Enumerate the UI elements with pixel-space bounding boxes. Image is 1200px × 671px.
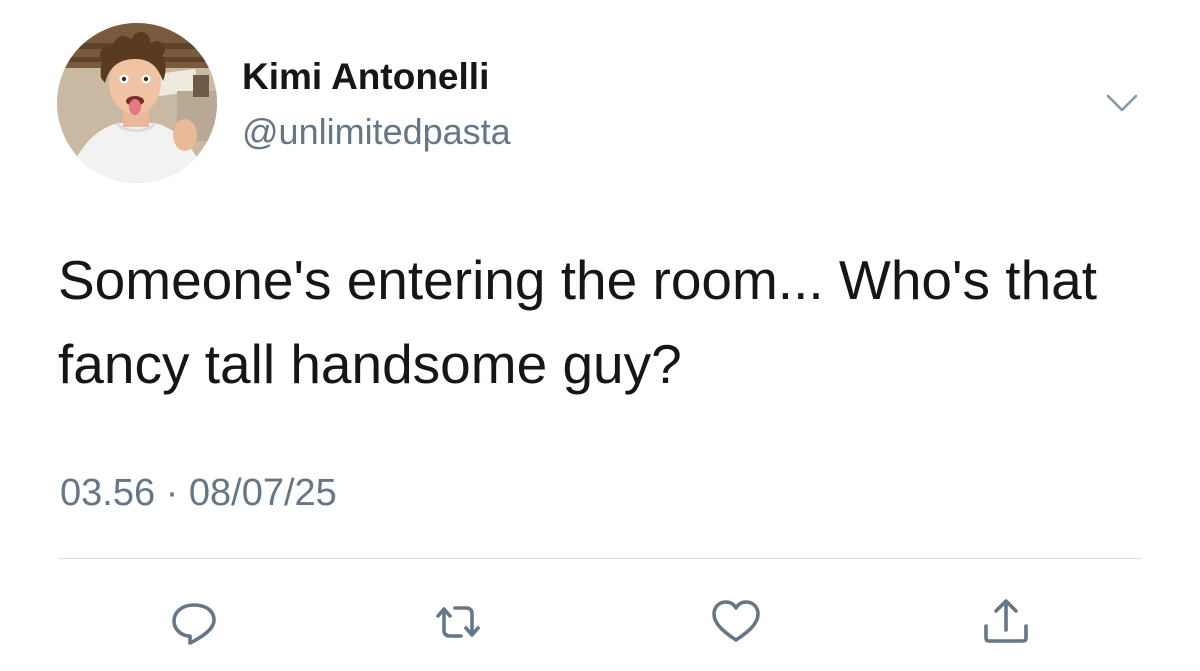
like-button[interactable] — [708, 594, 764, 650]
reply-icon — [172, 603, 216, 645]
divider — [58, 558, 1142, 559]
heart-icon — [712, 600, 760, 642]
share-button[interactable] — [978, 594, 1034, 650]
tweet-timestamp[interactable]: 03.56 · 08/07/25 — [60, 472, 337, 515]
retweet-icon — [436, 606, 480, 638]
avatar[interactable] — [57, 23, 217, 183]
chevron-down-icon[interactable] — [1102, 86, 1142, 118]
author-display-name[interactable]: Kimi Antonelli — [242, 56, 489, 98]
reply-button[interactable] — [166, 594, 222, 650]
author-handle[interactable]: @unlimitedpasta — [242, 111, 511, 153]
tweet-text: Someone's entering the room... Who's tha… — [58, 249, 1098, 395]
tweet-card: Kimi Antonelli @unlimitedpasta Someone's… — [0, 0, 1200, 671]
retweet-button[interactable] — [430, 594, 486, 650]
share-icon — [984, 599, 1028, 643]
avatar-image — [57, 23, 217, 183]
